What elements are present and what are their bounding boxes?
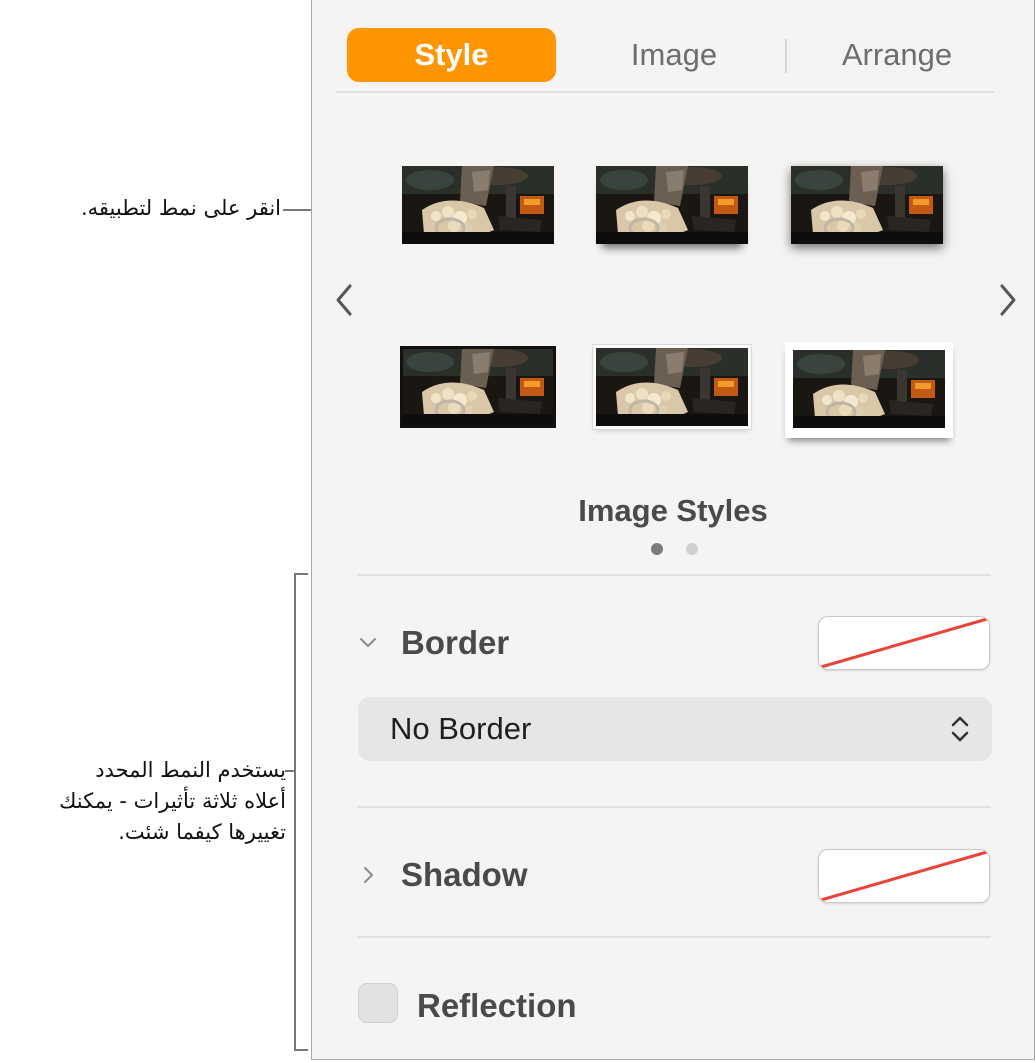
tab-divider — [785, 39, 787, 73]
callout-bracket-cap-top — [294, 573, 308, 575]
callout-bracket-cap-bottom — [294, 1049, 308, 1051]
shadow-color-well[interactable] — [818, 849, 990, 903]
format-inspector-panel: Style Image Arrange Image Styles Border … — [311, 0, 1035, 1060]
tab-arrange[interactable]: Arrange — [797, 28, 997, 82]
image-style-5[interactable] — [593, 345, 751, 429]
callout-bracket-tick — [285, 770, 296, 772]
section-divider — [357, 806, 991, 808]
chevron-left-icon[interactable] — [330, 280, 358, 320]
shadow-label: Shadow — [401, 856, 528, 893]
border-color-well[interactable] — [818, 616, 990, 670]
callout-effects: يستخدم النمط المحدد أعلاه ثلاثة تأثيرات … — [59, 755, 286, 848]
callout-bracket-line — [294, 573, 296, 1051]
chevron-right-icon[interactable] — [358, 865, 378, 885]
image-style-6-photo — [793, 350, 945, 428]
tab-image[interactable]: Image — [574, 28, 774, 82]
callout-effects-line-2: أعلاه ثلاثة تأثيرات - يمكنك — [59, 789, 286, 813]
callout-apply-style: انقر على نمط لتطبيقه. — [80, 196, 281, 220]
page-indicator-dot-active[interactable] — [651, 543, 663, 555]
border-style-value: No Border — [390, 711, 532, 746]
image-styles-title: Image Styles — [578, 493, 768, 528]
border-style-select[interactable]: No Border — [358, 697, 992, 761]
section-divider — [357, 574, 991, 576]
callout-effects-line-1: يستخدم النمط المحدد — [95, 758, 286, 782]
chevron-up-down-icon — [948, 713, 972, 750]
image-style-1[interactable] — [402, 166, 554, 244]
callout-effects-line-3: تغييرها كيفما شئت. — [118, 820, 286, 844]
image-style-3[interactable] — [791, 166, 943, 244]
section-divider — [357, 936, 991, 938]
image-style-2[interactable] — [596, 166, 748, 244]
reflection-checkbox[interactable] — [358, 983, 398, 1023]
tab-style[interactable]: Style — [347, 28, 556, 82]
chevron-down-icon[interactable] — [358, 633, 378, 653]
border-label: Border — [401, 624, 510, 661]
reflection-label[interactable]: Reflection — [417, 987, 577, 1025]
image-style-6[interactable] — [785, 342, 953, 438]
tabs-divider — [336, 91, 994, 93]
chevron-right-icon[interactable] — [994, 280, 1022, 320]
page-indicator-dot[interactable] — [686, 543, 698, 555]
inspector-tabs: Style Image Arrange — [312, 28, 1034, 84]
image-style-4[interactable] — [400, 346, 556, 428]
